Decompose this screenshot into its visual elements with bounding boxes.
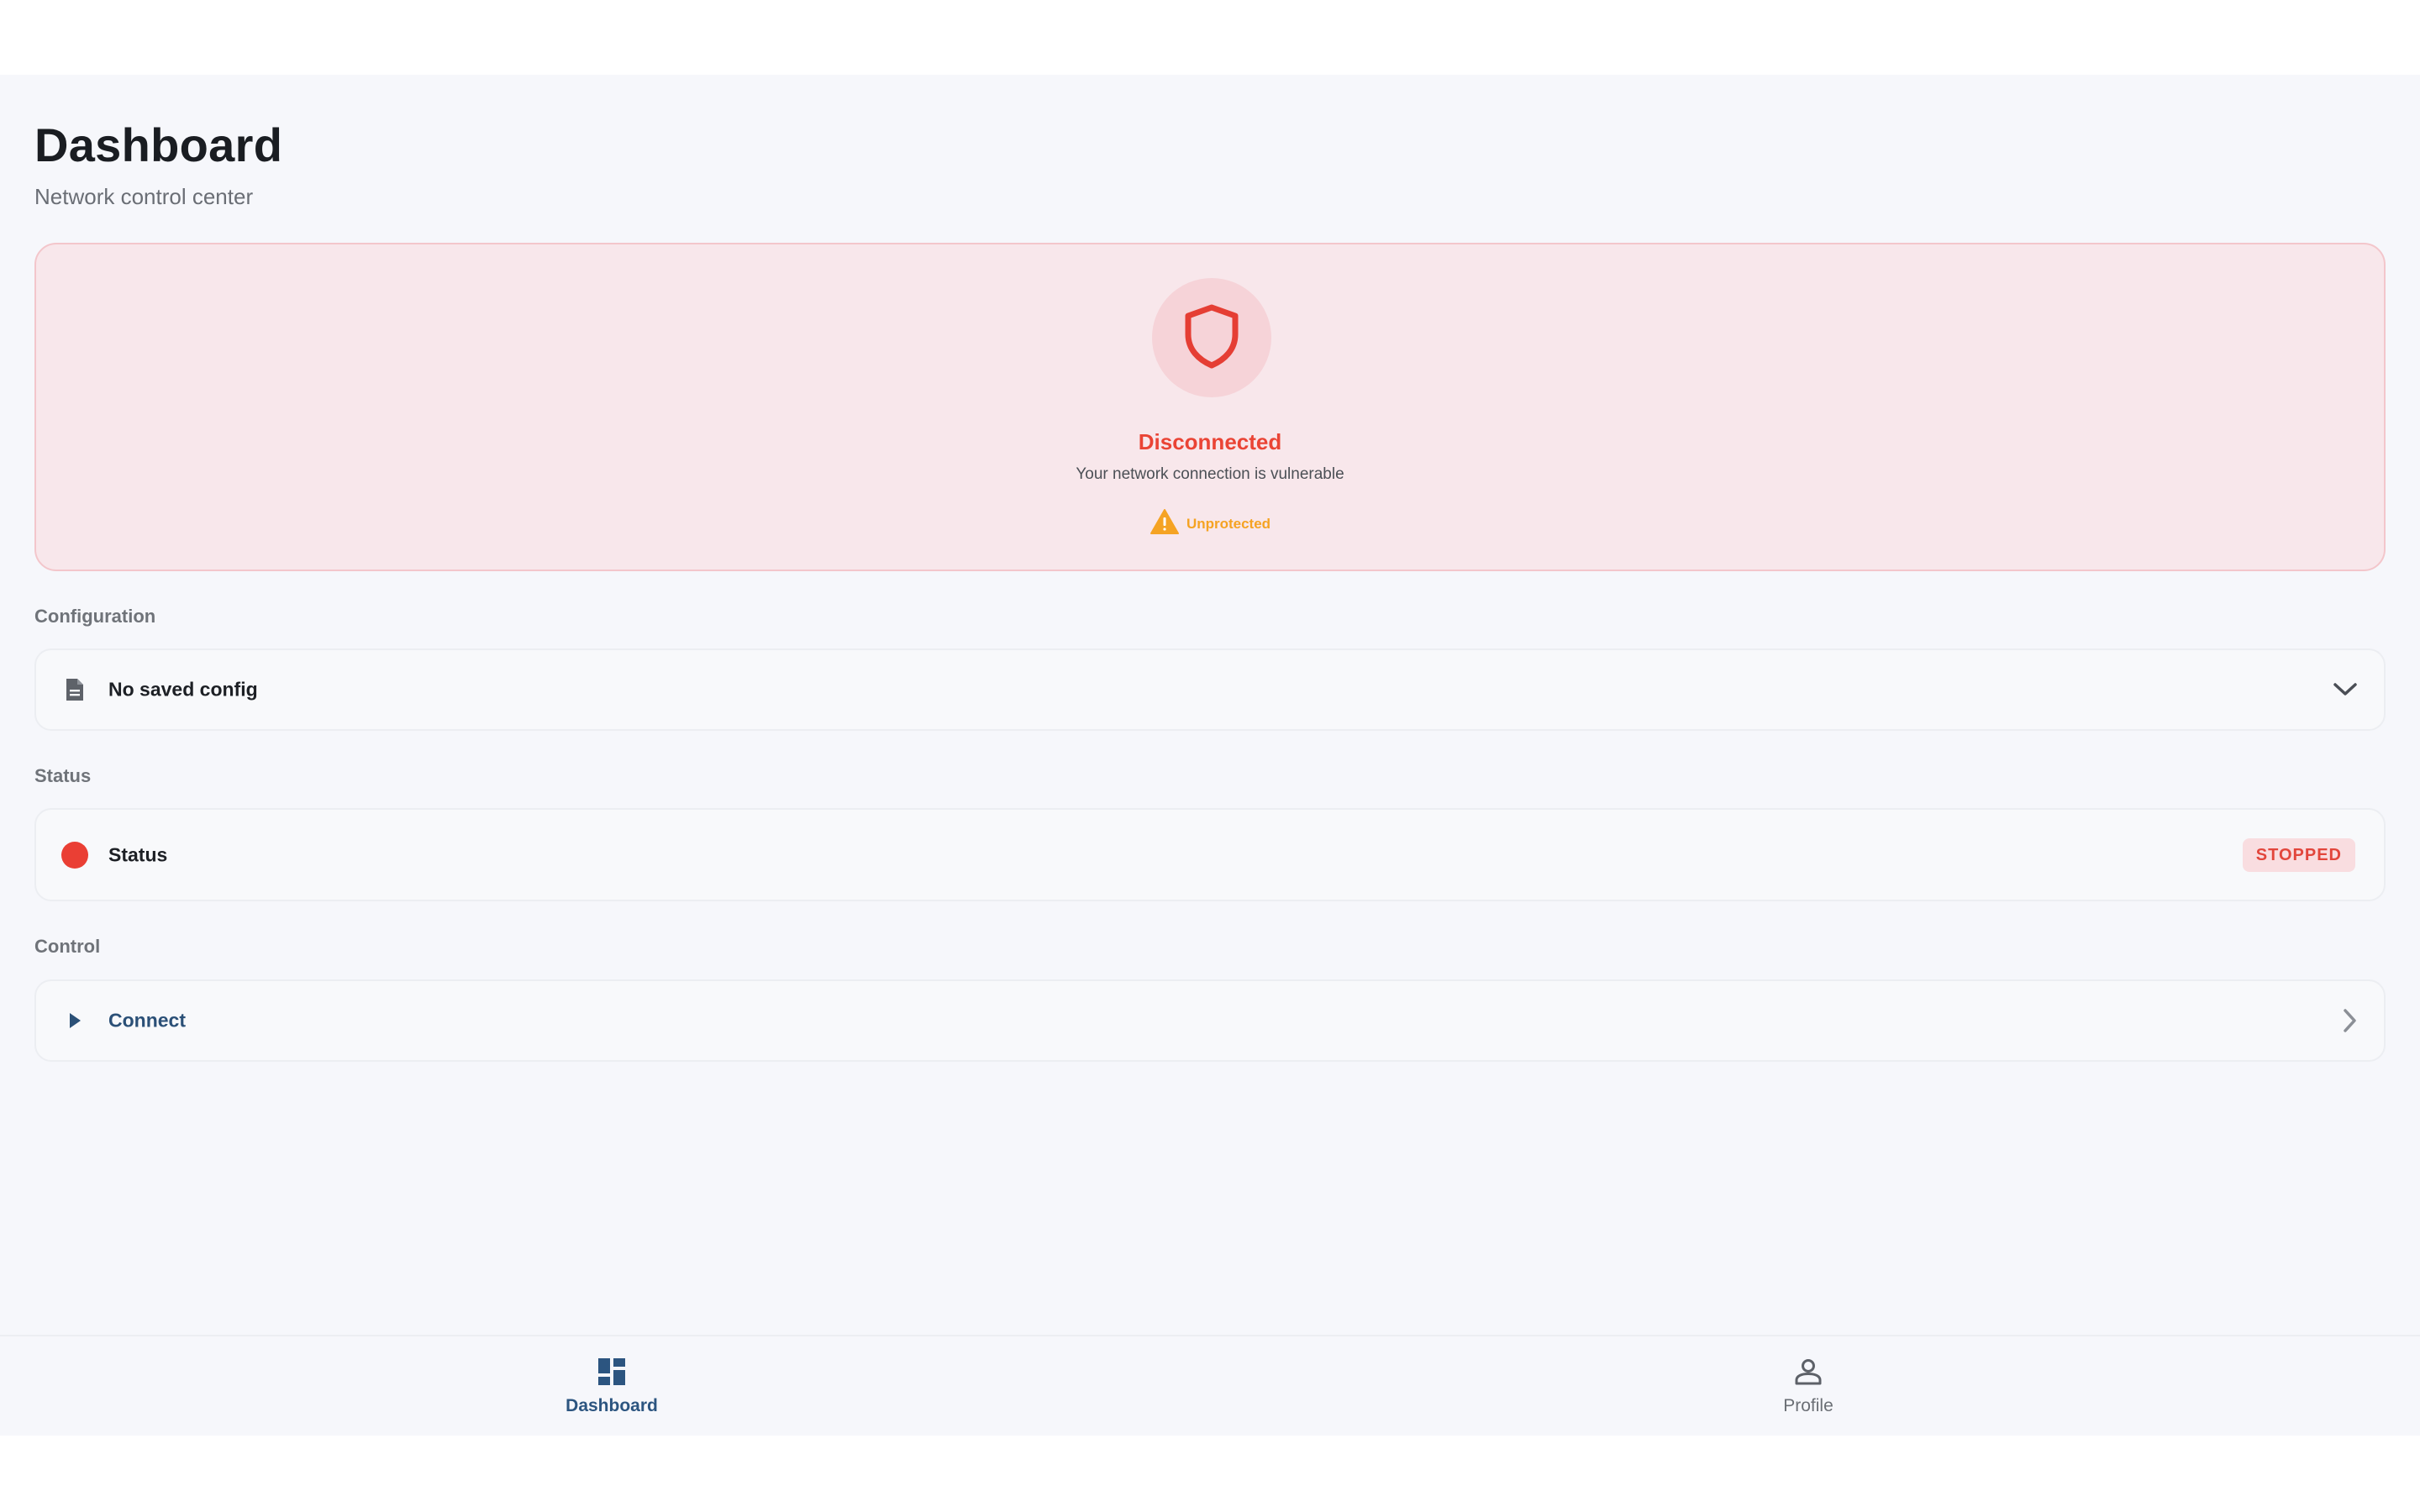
connection-status-card: Disconnected Your network connection is … xyxy=(34,243,2386,571)
person-icon xyxy=(1793,1355,1823,1389)
config-selected-value: No saved config xyxy=(108,678,258,701)
status-row: Status STOPPED xyxy=(34,808,2386,901)
shield-badge xyxy=(1152,278,1271,397)
status-section-label: Status xyxy=(34,765,92,786)
stopped-badge-label: STOPPED xyxy=(2242,837,2355,872)
status-badge: STOPPED xyxy=(2242,837,2359,872)
document-icon xyxy=(61,676,88,703)
configuration-section-label: Configuration xyxy=(34,606,156,627)
dashboard-icon xyxy=(597,1355,627,1389)
play-icon xyxy=(61,1007,88,1034)
connection-state-text: Disconnected xyxy=(1138,429,1282,454)
nav-profile-label: Profile xyxy=(1783,1396,1833,1415)
nav-dashboard-label: Dashboard xyxy=(566,1396,658,1415)
status-indicator-dot xyxy=(61,841,88,869)
status-row-label: Status xyxy=(108,843,168,865)
bottom-nav: Dashboard Profile xyxy=(0,1335,2420,1436)
warning-icon xyxy=(1150,508,1180,539)
shield-icon xyxy=(1181,302,1242,374)
connect-label: Connect xyxy=(108,1009,186,1032)
page-subtitle: Network control center xyxy=(34,184,254,209)
protection-badge-label: Unprotected xyxy=(1186,516,1271,532)
chevron-down-icon[interactable] xyxy=(2332,681,2359,698)
connect-button[interactable]: Connect xyxy=(34,979,2386,1062)
chevron-right-icon xyxy=(2342,1007,2359,1034)
app-screen: Dashboard Network control center Disconn… xyxy=(0,75,2420,1436)
page-title: Dashboard xyxy=(34,118,283,171)
nav-profile[interactable]: Profile xyxy=(1724,1336,1892,1437)
nav-dashboard[interactable]: Dashboard xyxy=(528,1336,696,1437)
connection-description: Your network connection is vulnerable xyxy=(1076,465,1344,483)
config-select[interactable]: No saved config xyxy=(34,648,2386,731)
protection-badge: Unprotected xyxy=(36,508,2384,539)
control-section-label: Control xyxy=(34,936,101,957)
